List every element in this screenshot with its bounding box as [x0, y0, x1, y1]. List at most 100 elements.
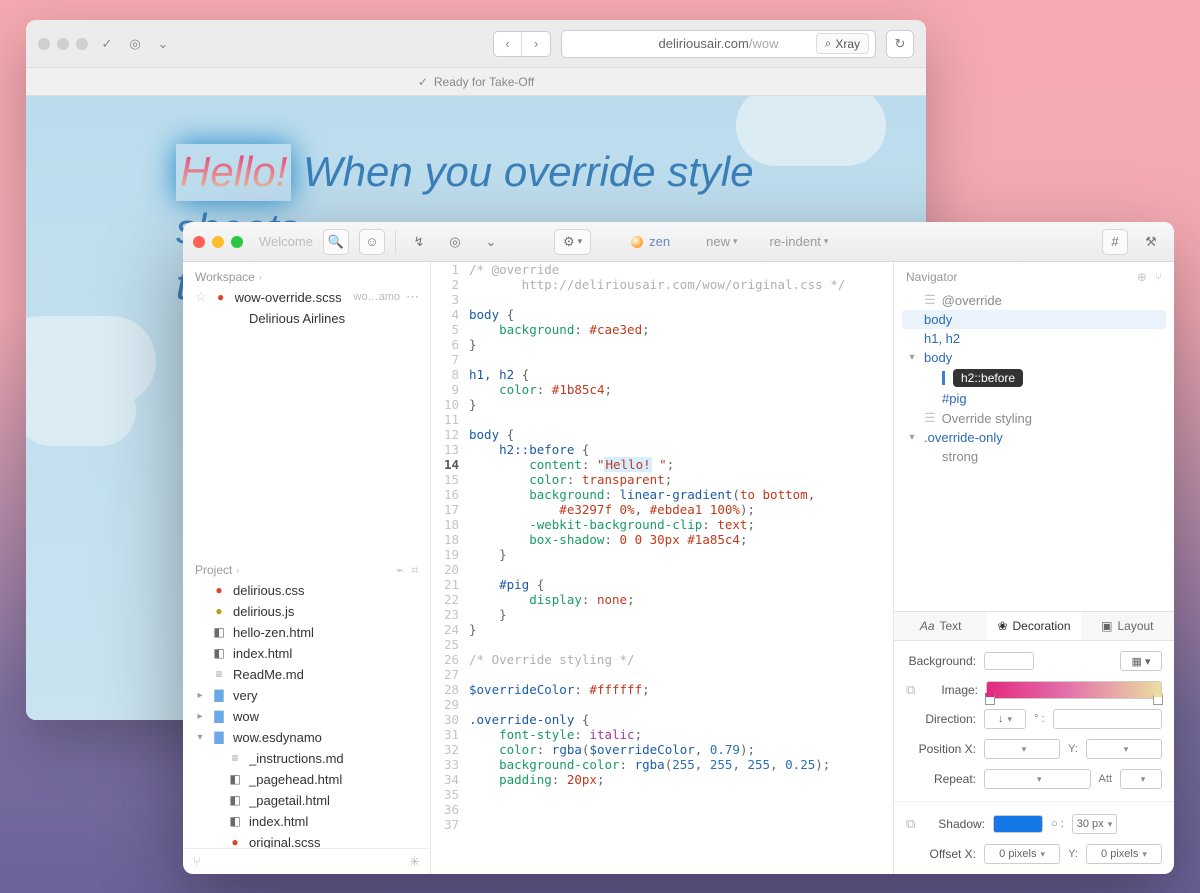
file-row[interactable]: ◧hello-zen.html [183, 622, 430, 643]
code-line[interactable]: 8h1, h2 { [431, 367, 893, 382]
file-row[interactable]: ◧_pagehead.html [183, 769, 430, 790]
code-line[interactable]: 11 [431, 412, 893, 427]
url-bar[interactable]: deliriousair.com/wow ⌕Xray [561, 30, 876, 58]
reload-button[interactable]: ↻ [886, 30, 914, 58]
code-line[interactable]: 32 color: rgba($overrideColor, 0.79); [431, 742, 893, 757]
code-line[interactable]: 3 [431, 292, 893, 307]
code-line[interactable]: 1/* @override [431, 262, 893, 277]
code-line[interactable]: 2 http://deliriousair.com/wow/original.c… [431, 277, 893, 292]
code-line[interactable]: 16 background: linear-gradient(to bottom… [431, 487, 893, 502]
target-icon[interactable]: ◎ [126, 35, 144, 53]
code-line[interactable]: 22 display: none; [431, 592, 893, 607]
add-nav-icon[interactable]: ⊕ [1137, 270, 1147, 284]
code-line[interactable]: 30.override-only { [431, 712, 893, 727]
code-line[interactable]: 10} [431, 397, 893, 412]
window-controls[interactable] [193, 236, 243, 248]
navigator-item[interactable]: strong [902, 447, 1166, 466]
code-line[interactable]: 37 [431, 817, 893, 832]
code-line[interactable]: 21 #pig { [431, 577, 893, 592]
file-row[interactable]: ▾▇wow.esdynamo [183, 727, 430, 748]
code-line[interactable]: 14 content: "Hello! "; [431, 457, 893, 472]
zen-indicator[interactable]: zen [631, 234, 670, 249]
navigator-item[interactable]: #pig [902, 389, 1166, 408]
direction-select[interactable]: ↓ [984, 709, 1026, 729]
code-line[interactable]: 29 [431, 697, 893, 712]
filter-icon[interactable]: ⑂ [193, 854, 201, 869]
navigator-item[interactable]: body [902, 310, 1166, 329]
chevron-down-icon[interactable]: ⌄ [478, 229, 504, 255]
code-line[interactable]: 24} [431, 622, 893, 637]
stack-icon[interactable]: ⧉ [906, 816, 922, 832]
search-button[interactable]: 🔍 [323, 229, 349, 255]
navigator-item[interactable]: ☰Override styling [902, 408, 1166, 428]
navigator-item[interactable]: ☰@override [902, 290, 1166, 310]
code-line[interactable]: 27 [431, 667, 893, 682]
filter-nav-icon[interactable]: ⑂ [1155, 270, 1162, 284]
file-row[interactable]: ◧_pagetail.html [183, 790, 430, 811]
repeat-select[interactable] [984, 769, 1091, 789]
gear-button[interactable]: ⚙▾ [554, 229, 591, 255]
hash-button[interactable]: # [1102, 229, 1128, 255]
code-line[interactable]: 12body { [431, 427, 893, 442]
xray-button[interactable]: ⌕Xray [816, 33, 869, 54]
face-button[interactable]: ☺ [359, 229, 385, 255]
file-row[interactable]: ≡_instructions.md [183, 748, 430, 769]
project-header[interactable]: Project › ⌁⌗ [183, 555, 430, 580]
offsety-select[interactable]: 0 pixels [1086, 844, 1162, 864]
browser-tab[interactable]: ✓ Ready for Take-Off [26, 68, 926, 96]
code-line[interactable]: 25 [431, 637, 893, 652]
code-line[interactable]: 36 [431, 802, 893, 817]
offsetx-select[interactable]: 0 pixels [984, 844, 1060, 864]
code-line[interactable]: 18 box-shadow: 0 0 30px #1a85c4; [431, 532, 893, 547]
code-line[interactable]: 5 background: #cae3ed; [431, 322, 893, 337]
forward-button[interactable]: › [522, 32, 550, 56]
code-line[interactable]: 26/* Override styling */ [431, 652, 893, 667]
att-select[interactable] [1120, 769, 1162, 789]
code-line[interactable]: 9 color: #1b85c4; [431, 382, 893, 397]
code-line[interactable]: 31 font-style: italic; [431, 727, 893, 742]
code-line[interactable]: 15 color: transparent; [431, 472, 893, 487]
file-row[interactable]: ▸▇very [183, 685, 430, 706]
posy-select[interactable] [1086, 739, 1162, 759]
chevron-down-icon[interactable]: ⌄ [154, 35, 172, 53]
navigator-item[interactable]: ▾body [902, 348, 1166, 367]
rocket-tool-icon[interactable]: ↯ [406, 229, 432, 255]
code-line[interactable]: 28$overrideColor: #ffffff; [431, 682, 893, 697]
file-row[interactable]: ◧index.html [183, 643, 430, 664]
scan-icon[interactable]: ⌗ [411, 563, 418, 578]
tab-layout[interactable]: ▣Layout [1081, 612, 1174, 640]
rocket-icon[interactable]: ✓ [98, 35, 116, 53]
posx-select[interactable] [984, 739, 1060, 759]
settings-sliders-icon[interactable]: ⚒ [1138, 229, 1164, 255]
workspace-header[interactable]: Workspace › [183, 262, 430, 286]
navigator-item[interactable]: ▾.override-only [902, 428, 1166, 447]
new-menu[interactable]: new▾ [706, 234, 737, 249]
navigator-item[interactable]: h1, h2 [902, 329, 1166, 348]
file-row[interactable]: ●original.scss [183, 832, 430, 849]
file-row[interactable]: ≡ReadMe.md [183, 664, 430, 685]
bg-color-swatch[interactable] [984, 652, 1034, 670]
shadow-size-select[interactable]: 30 px [1072, 814, 1117, 834]
window-controls[interactable] [38, 38, 88, 50]
code-line[interactable]: 33 background-color: rgba(255, 255, 255,… [431, 757, 893, 772]
code-line[interactable]: 17 #e3297f 0%, #ebdea1 100%); [431, 502, 893, 517]
code-line[interactable]: 4body { [431, 307, 893, 322]
back-button[interactable]: ‹ [494, 32, 522, 56]
file-row[interactable]: Delirious Airlines [183, 308, 430, 329]
code-line[interactable]: 23 } [431, 607, 893, 622]
stack-icon[interactable]: ⧉ [906, 682, 922, 698]
code-line[interactable]: 7 [431, 352, 893, 367]
tab-decoration[interactable]: ❀Decoration [987, 612, 1080, 640]
code-line[interactable]: 35 [431, 787, 893, 802]
code-line[interactable]: 13 h2::before { [431, 442, 893, 457]
bg-picker[interactable]: ▦ ▾ [1120, 651, 1162, 671]
code-editor[interactable]: 1/* @override2 http://deliriousair.com/w… [431, 262, 894, 874]
navigator-item[interactable]: h2::before [902, 367, 1166, 389]
reindent-menu[interactable]: re-indent▾ [770, 234, 829, 249]
target-tool-icon[interactable]: ◎ [442, 229, 468, 255]
file-row[interactable]: ●delirious.css [183, 580, 430, 601]
tab-text[interactable]: AaText [894, 612, 987, 640]
code-line[interactable]: 20 [431, 562, 893, 577]
tag-icon[interactable]: ✳ [409, 854, 420, 870]
file-row[interactable]: ▸▇wow [183, 706, 430, 727]
